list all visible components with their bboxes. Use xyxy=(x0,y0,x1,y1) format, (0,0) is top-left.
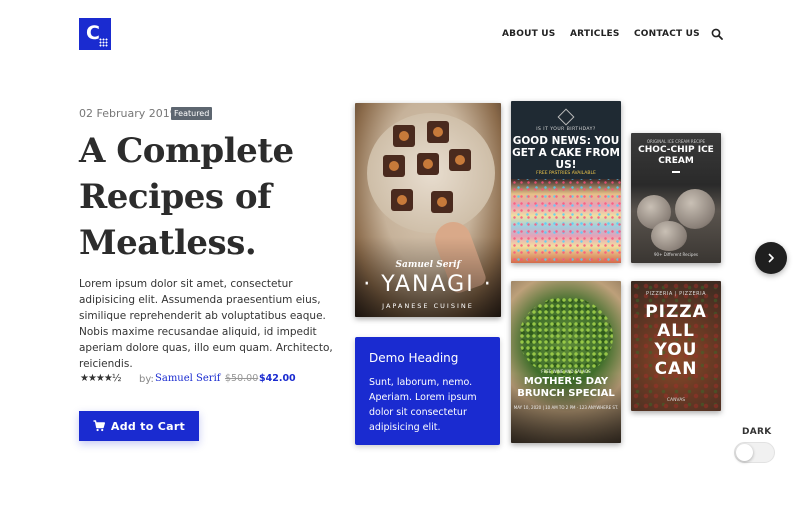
salad-image xyxy=(519,297,613,377)
brownie-image xyxy=(391,189,413,211)
cover-title: MOTHER'S DAY BRUNCH SPECIAL xyxy=(517,376,615,399)
brownie-image xyxy=(449,149,471,171)
next-button[interactable] xyxy=(755,242,787,274)
dark-mode-label: DARK xyxy=(742,427,772,437)
post-title-line: A Complete xyxy=(79,131,294,171)
post-title-line: Meatless. xyxy=(79,223,257,263)
post-title-line: Recipes of xyxy=(79,177,272,217)
nav-articles-label[interactable]: ARTICLES xyxy=(570,29,620,39)
featured-badge: Featured xyxy=(171,107,213,120)
cover-mothers-day[interactable]: FREE WINE AND SALADS MOTHER'S DAY BRUNCH… xyxy=(511,281,621,443)
post-description: Lorem ipsum dolor sit amet, consectetur … xyxy=(79,278,333,370)
cover-good-news[interactable]: IS IT YOUR BIRTHDAY? GOOD NEWS: YOU GET … xyxy=(511,101,621,263)
sprinkles-image xyxy=(511,179,621,263)
cover-footer: CANVAS xyxy=(666,398,686,403)
logo[interactable]: C xyxy=(79,18,111,50)
cover-title-line: PIZZA xyxy=(645,302,707,322)
brownie-image xyxy=(383,155,405,177)
cover-title-line: YOU xyxy=(654,340,698,360)
cover-kicker: ORIGINAL ICE CREAM RECIPE xyxy=(646,139,706,144)
post-date: 02 February 2019 xyxy=(79,107,177,120)
cover-yanagi[interactable]: Samuel Serif · YANAGI · JAPANESE CUISINE xyxy=(355,103,501,317)
search-icon[interactable] xyxy=(711,28,723,40)
cover-title: PIZZA ALL YOU CAN xyxy=(631,303,721,379)
cover-kicker: PIZZERIA | PIZZERIA xyxy=(645,291,707,297)
demo-heading: Demo Heading xyxy=(369,351,459,365)
brownie-image xyxy=(427,121,449,143)
dark-mode-toggle[interactable] xyxy=(734,442,775,463)
brownie-image xyxy=(431,191,453,213)
cover-kicker: IS IT YOUR BIRTHDAY? xyxy=(536,127,596,132)
cover-subtitle: FREE PASTRIES AVAILABLE xyxy=(536,171,596,176)
old-price: $50.00 xyxy=(225,373,259,384)
nav-about-us[interactable]: ABOUT US xyxy=(502,28,555,40)
chevron-right-icon xyxy=(768,253,774,263)
cover-title: GOOD NEWS: YOU GET A CAKE FROM US! xyxy=(512,135,620,171)
toggle-knob[interactable] xyxy=(736,444,753,461)
demo-text: Sunt, laborum, nemo. Aperiam. Lorem ipsu… xyxy=(369,377,477,433)
by-label: by: xyxy=(139,374,154,385)
logo-dots xyxy=(99,38,108,47)
cover-footer: MAY 10, 2020 | 10 AM TO 2 PM · 123 ANYWH… xyxy=(513,405,619,410)
emblem-icon xyxy=(557,108,575,126)
brownie-image xyxy=(393,125,415,147)
cover-footer: 90+ Different Recipes xyxy=(654,252,698,257)
scoop-image xyxy=(651,221,687,251)
divider xyxy=(672,171,680,173)
rating-stars: ★★★★½ xyxy=(80,373,122,384)
nav-about-us-label[interactable]: ABOUT US xyxy=(502,29,555,39)
cart-icon xyxy=(93,420,105,432)
nav-contact-us[interactable]: CONTACT US xyxy=(634,28,700,40)
cover-pizza[interactable]: PIZZERIA | PIZZERIA PIZZA ALL YOU CAN CA… xyxy=(631,281,721,411)
brownie-image xyxy=(417,153,439,175)
nav-contact-us-label[interactable]: CONTACT US xyxy=(634,29,700,39)
cover-author: Samuel Serif xyxy=(395,260,461,270)
cover-title: · YANAGI · xyxy=(363,272,493,297)
cover-title: CHOC-CHIP ICE CREAM xyxy=(638,145,714,166)
demo-card[interactable]: Demo Heading Sunt, laborum, nemo. Aperia… xyxy=(355,337,500,445)
add-to-cart-button[interactable]: Add to Cart xyxy=(79,411,199,441)
add-to-cart-label: Add to Cart xyxy=(110,419,186,433)
new-price: $42.00 xyxy=(259,373,296,384)
logo-letter: C xyxy=(86,22,100,44)
author-link[interactable]: Samuel Serif xyxy=(155,373,220,384)
cover-title-line: CAN xyxy=(654,359,698,379)
cover-kicker: FREE WINE AND SALADS xyxy=(541,369,591,374)
cover-title-line: ALL xyxy=(657,321,695,341)
cover-subtitle: JAPANESE CUISINE xyxy=(382,302,474,310)
post-title: A Complete Recipes of Meatless. xyxy=(79,128,349,266)
scoop-image xyxy=(675,189,715,229)
cover-choc-chip[interactable]: ORIGINAL ICE CREAM RECIPE CHOC-CHIP ICE … xyxy=(631,133,721,263)
nav-articles[interactable]: ARTICLES xyxy=(570,28,620,40)
